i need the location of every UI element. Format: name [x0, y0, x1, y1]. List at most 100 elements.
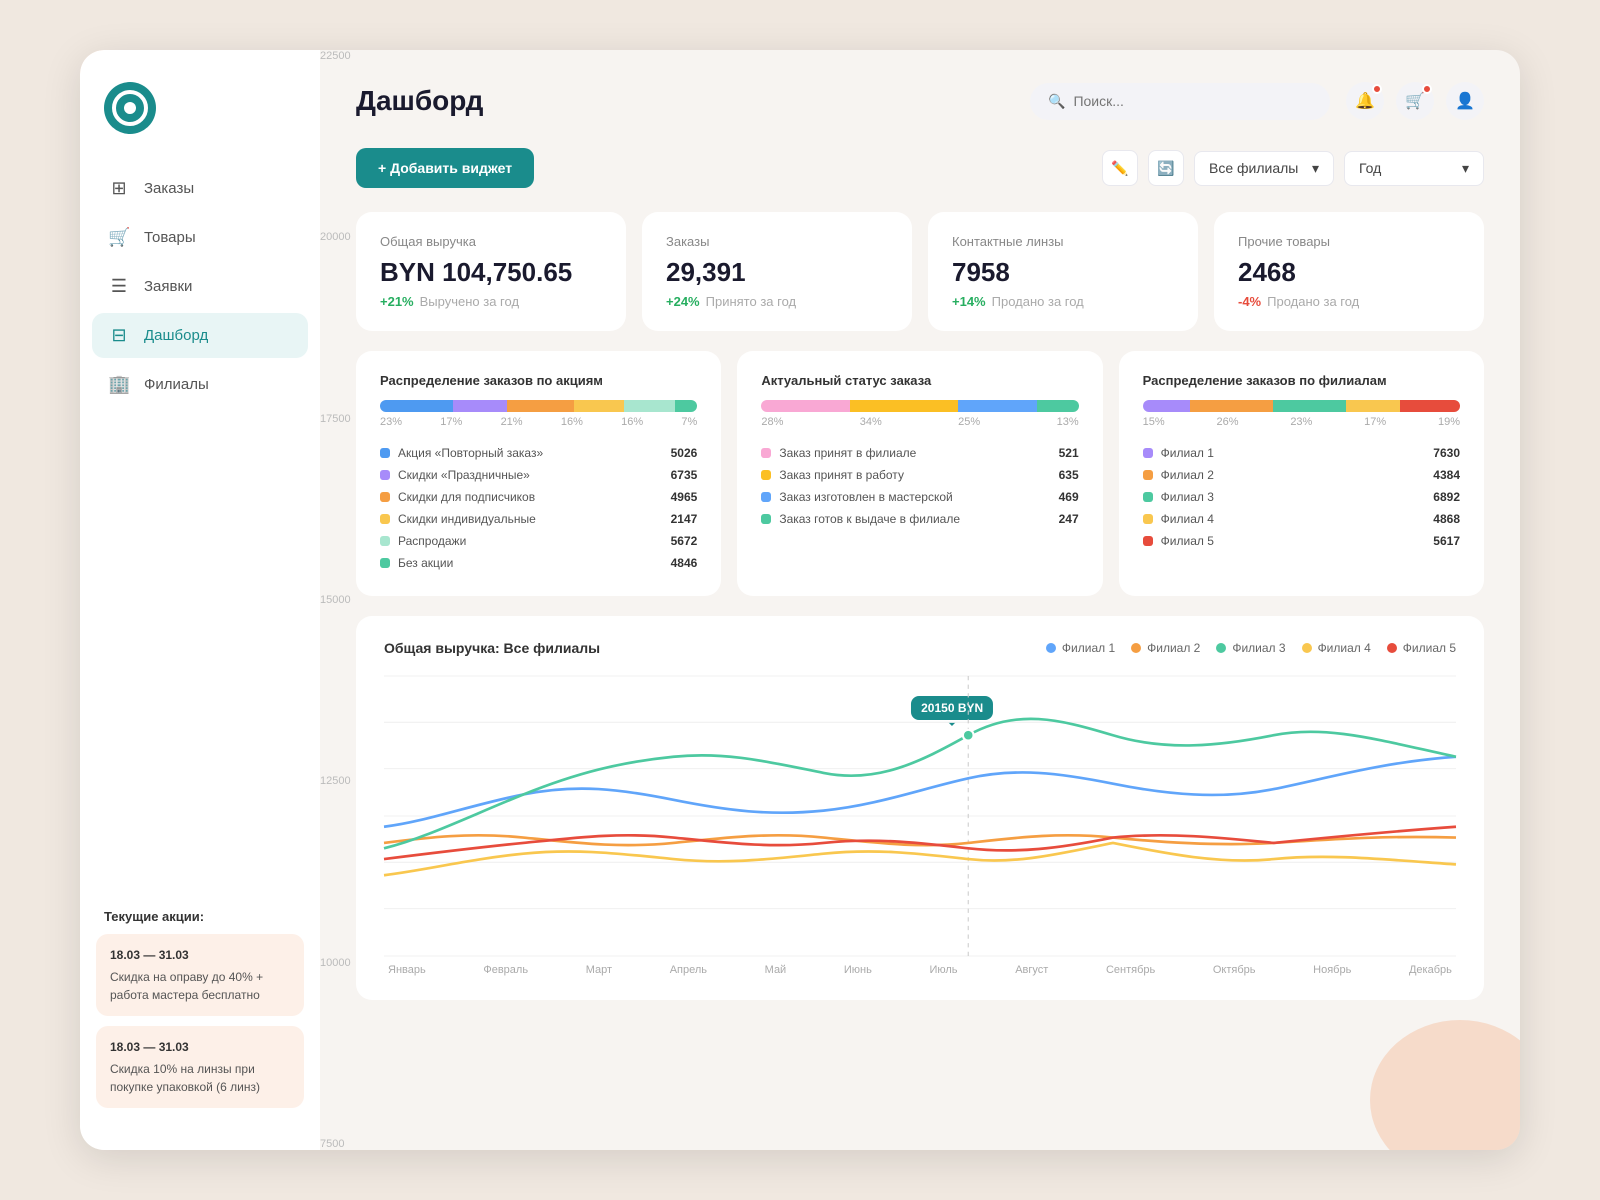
toolbar-right: ✏️ 🔄 Все филиалы ▾ Год ▾ [1102, 150, 1484, 186]
promo-stacked-bar [380, 400, 697, 412]
promo-title: Текущие акции: [96, 909, 304, 924]
sidebar-item-branches[interactable]: 🏢 Филиалы [92, 362, 308, 407]
status-bar-seg-3 [958, 400, 1037, 412]
kpi-other-label: Прочие товары [1238, 234, 1460, 249]
cart-badge [1422, 84, 1432, 94]
promo-bar-labels: 23% 17% 21% 16% 16% 7% [380, 416, 697, 428]
branch-bar-labels: 15% 26% 23% 17% 19% [1143, 416, 1460, 428]
sidebar-item-dashboard[interactable]: ⊟ Дашборд [92, 313, 308, 358]
revenue-chart-card: Общая выручка: Все филиалы Филиал 1 Фили… [356, 616, 1484, 1000]
legend-item: Заказ изготовлен в мастерской 469 [761, 486, 1078, 508]
kpi-other-pct: -4% [1238, 294, 1261, 309]
edit-button[interactable]: ✏️ [1102, 150, 1138, 186]
revenue-header: Общая выручка: Все филиалы Филиал 1 Фили… [384, 640, 1456, 656]
kpi-revenue-pct: +21% [380, 294, 414, 309]
charts-row: Распределение заказов по акциям 23% 17% … [356, 351, 1484, 596]
status-legend: Заказ принят в филиале 521 Заказ принят … [761, 442, 1078, 530]
promo-legend: Акция «Повторный заказ» 5026 Скидки «Пра… [380, 442, 697, 574]
bar-seg-2 [453, 400, 507, 412]
kpi-other-value: 2468 [1238, 257, 1460, 288]
branches-icon: 🏢 [108, 374, 130, 395]
kpi-lenses-desc: Продано за год [992, 294, 1084, 309]
bar-seg-3 [507, 400, 574, 412]
status-bar-seg-2 [850, 400, 958, 412]
kpi-other-desc: Продано за год [1267, 294, 1359, 309]
page-title: Дашборд [356, 85, 483, 117]
promo-text-1: Скидка на оправу до 40% + работа мастера… [110, 968, 290, 1004]
line-chart-area [384, 676, 1456, 956]
user-button[interactable]: 👤 [1446, 82, 1484, 120]
promo-date-1: 18.03 — 31.03 [110, 946, 290, 964]
x-axis: Январь Февраль Март Апрель Май Июнь Июль… [384, 964, 1456, 976]
main-content: Дашборд 🔍 🔔 🛒 👤 [320, 50, 1520, 1150]
page-header: Дашборд 🔍 🔔 🛒 👤 [356, 82, 1484, 120]
bar-seg-5 [624, 400, 675, 412]
sidebar-item-requests[interactable]: ☰ Заявки [92, 264, 308, 309]
logo-area [80, 82, 320, 166]
chart-branch-title: Распределение заказов по филиалам [1143, 373, 1460, 388]
rev-leg-f3: Филиал 3 [1216, 641, 1285, 655]
branch-legend: Филиал 1 7630 Филиал 2 4384 Филиал 3 689… [1143, 442, 1460, 552]
promo-section: Текущие акции: 18.03 — 31.03 Скидка на о… [80, 893, 320, 1118]
branch-bar-seg-4 [1346, 400, 1400, 412]
kpi-other-change: -4% Продано за год [1238, 294, 1460, 309]
bar-seg-6 [675, 400, 697, 412]
period-select-label: Год [1359, 160, 1381, 176]
kpi-card-orders: Заказы 29,391 +24% Принято за год [642, 212, 912, 331]
app-logo [104, 82, 156, 134]
kpi-orders-change: +24% Принято за год [666, 294, 888, 309]
period-select[interactable]: Год ▾ [1344, 151, 1484, 186]
chart-status-title: Актуальный статус заказа [761, 373, 1078, 388]
rev-leg-f4: Филиал 4 [1302, 641, 1371, 655]
branch-select-label: Все филиалы [1209, 160, 1298, 176]
cart-button[interactable]: 🛒 [1396, 82, 1434, 120]
add-widget-button[interactable]: + Добавить виджет [356, 148, 534, 188]
requests-icon: ☰ [108, 276, 130, 297]
branch-bar-seg-1 [1143, 400, 1191, 412]
sidebar-item-branches-label: Филиалы [144, 376, 209, 393]
promo-date-2: 18.03 — 31.03 [110, 1038, 290, 1056]
status-bar-seg-4 [1037, 400, 1078, 412]
kpi-row: Общая выручка BYN 104,750.65 +21% Выруче… [356, 212, 1484, 331]
kpi-revenue-label: Общая выручка [380, 234, 602, 249]
kpi-lenses-value: 7958 [952, 257, 1174, 288]
chart-promo-title: Распределение заказов по акциям [380, 373, 697, 388]
kpi-revenue-desc: Выручено за год [420, 294, 519, 309]
kpi-orders-pct: +24% [666, 294, 700, 309]
kpi-orders-label: Заказы [666, 234, 888, 249]
sidebar-item-products[interactable]: 🛒 Товары [92, 215, 308, 260]
chart-orders-by-branch: Распределение заказов по филиалам 15% 26… [1119, 351, 1484, 596]
nav-menu: ⊞ Заказы 🛒 Товары ☰ Заявки ⊟ Дашборд 🏢 Ф… [80, 166, 320, 407]
toolbar: + Добавить виджет ✏️ 🔄 Все филиалы ▾ Год… [356, 148, 1484, 188]
search-box[interactable]: 🔍 [1030, 83, 1330, 120]
bar-seg-1 [380, 400, 453, 412]
revenue-legend: Филиал 1 Филиал 2 Филиал 3 Филиал 4 [1046, 641, 1456, 655]
f5-dot [1387, 643, 1397, 653]
kpi-orders-desc: Принято за год [706, 294, 797, 309]
line-f4 [384, 843, 1456, 875]
rev-leg-f1: Филиал 1 [1046, 641, 1115, 655]
products-icon: 🛒 [108, 227, 130, 248]
kpi-revenue-change: +21% Выручено за год [380, 294, 602, 309]
chart-right: 20150 BYN [384, 676, 1456, 976]
legend-item: Заказ готов к выдаче в филиале 247 [761, 508, 1078, 530]
branch-select[interactable]: Все филиалы ▾ [1194, 151, 1334, 186]
refresh-button[interactable]: 🔄 [1148, 150, 1184, 186]
legend-item: Скидки индивидуальные 2147 [380, 508, 697, 530]
chart-order-status: Актуальный статус заказа 28% 34% 25% 13%… [737, 351, 1102, 596]
orders-icon: ⊞ [108, 178, 130, 199]
search-input[interactable] [1073, 93, 1312, 109]
legend-item: Скидки «Праздничные» 6735 [380, 464, 697, 486]
line-chart-svg [384, 676, 1456, 956]
sidebar-item-requests-label: Заявки [144, 278, 192, 295]
sidebar-item-orders[interactable]: ⊞ Заказы [92, 166, 308, 211]
f3-dot [1216, 643, 1226, 653]
legend-item: Заказ принят в филиале 521 [761, 442, 1078, 464]
branch-bar-seg-2 [1190, 400, 1273, 412]
notifications-button[interactable]: 🔔 [1346, 82, 1384, 120]
header-right: 🔍 🔔 🛒 👤 [1030, 82, 1484, 120]
kpi-card-other: Прочие товары 2468 -4% Продано за год [1214, 212, 1484, 331]
legend-item: Филиал 5 5617 [1143, 530, 1460, 552]
kpi-lenses-label: Контактные линзы [952, 234, 1174, 249]
tooltip-dot [963, 730, 974, 741]
